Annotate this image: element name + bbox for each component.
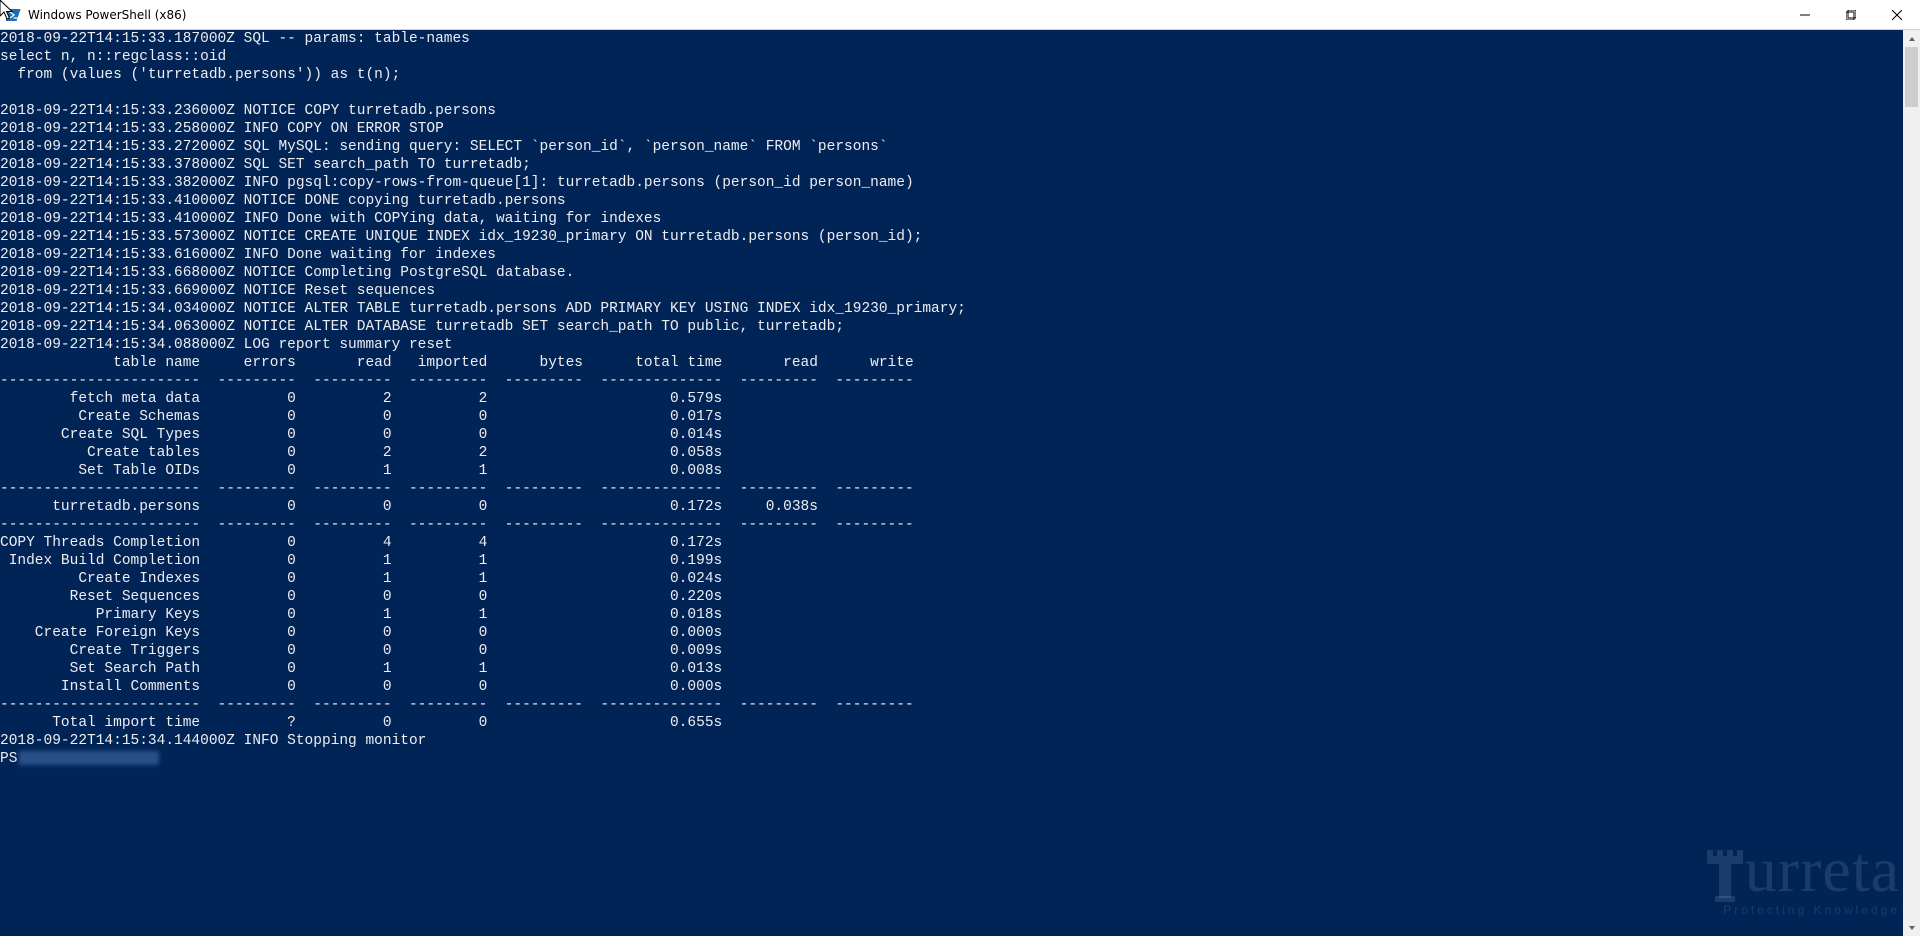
powershell-icon — [6, 7, 22, 23]
prompt[interactable]: PS — [0, 751, 17, 767]
redacted-path — [19, 751, 159, 765]
scrollbar-thumb[interactable] — [1905, 47, 1918, 107]
vertical-scrollbar[interactable] — [1903, 30, 1920, 936]
scroll-up-button[interactable] — [1903, 30, 1920, 47]
window-title: Windows PowerShell (x86) — [28, 8, 186, 22]
terminal-output[interactable]: 2018-09-22T14:15:33.187000Z SQL -- param… — [0, 30, 1903, 936]
maximize-button[interactable] — [1828, 0, 1874, 29]
scroll-down-button[interactable] — [1903, 919, 1920, 936]
window-titlebar[interactable]: Windows PowerShell (x86) — [0, 0, 1920, 30]
close-button[interactable] — [1874, 0, 1920, 29]
scrollbar-track[interactable] — [1903, 47, 1920, 919]
minimize-button[interactable] — [1782, 0, 1828, 29]
